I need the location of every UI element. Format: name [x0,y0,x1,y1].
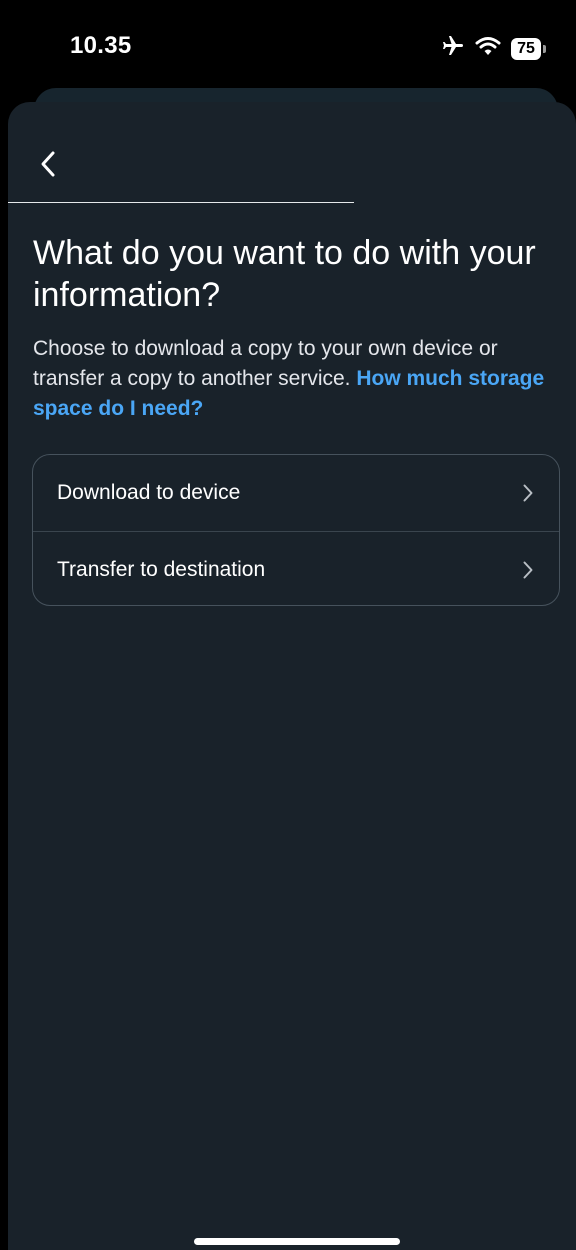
main-sheet: What do you want to do with your informa… [8,102,576,1250]
chevron-right-icon [523,484,533,502]
airplane-icon [441,34,465,63]
status-bar: 10.35 75 [0,0,576,96]
status-icons: 75 [441,34,546,63]
chevron-left-icon [41,151,55,177]
destination-options: Download to device Transfer to destinati… [32,454,560,606]
status-time: 10.35 [70,32,132,59]
wifi-icon [475,35,501,62]
battery-icon: 75 [511,37,546,60]
chevron-right-icon [523,561,533,578]
home-indicator[interactable] [194,1238,400,1245]
page-title: What do you want to do with your informa… [33,234,536,314]
transfer-to-destination-option[interactable]: Transfer to destination [33,531,559,605]
battery-tip [543,44,546,53]
progress-indicator [8,202,354,203]
back-button[interactable] [36,148,60,180]
option-label: Transfer to destination [57,557,266,581]
option-label: Download to device [57,481,241,504]
download-to-device-option[interactable]: Download to device [33,455,559,531]
page-description: Choose to download a copy to your own de… [33,334,563,424]
battery-level: 75 [511,37,541,60]
